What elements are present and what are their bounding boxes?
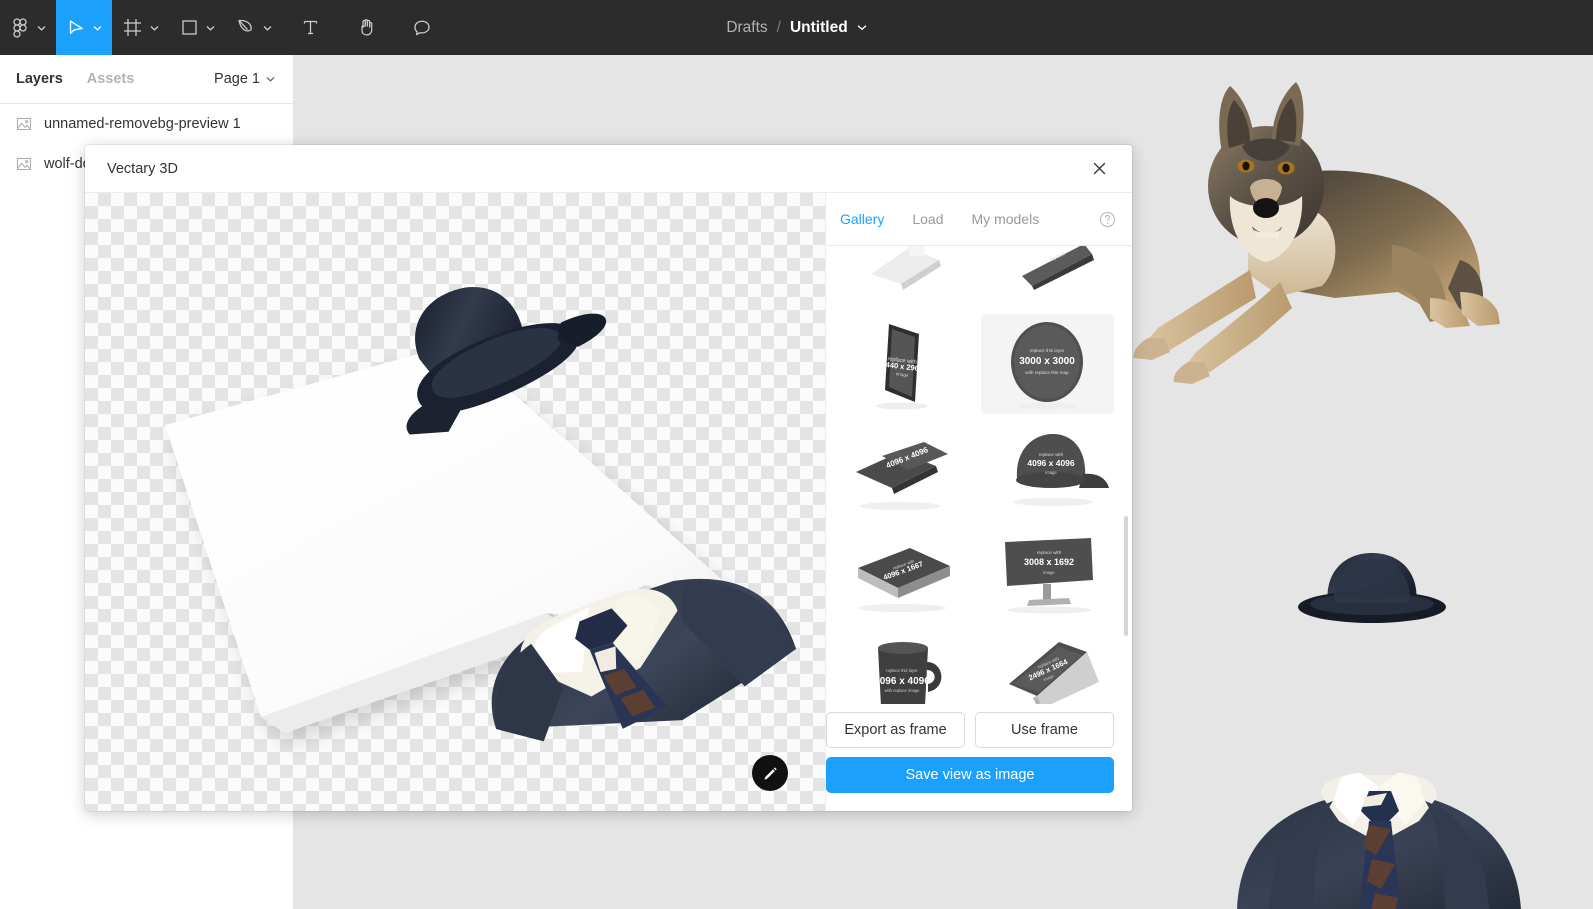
hand-icon [356,17,377,38]
gallery-item-badge[interactable]: replace this layer 3000 x 3000 with repl… [981,314,1114,414]
svg-text:replace this layer: replace this layer [1029,348,1064,353]
gallery-item-laptop-partial[interactable] [836,246,969,310]
export-as-frame-button[interactable]: Export as frame [826,712,965,748]
gallery-item-phone[interactable]: replace with 1440 x 2960 image [836,314,969,414]
svg-text:4096 x 4096: 4096 x 4096 [874,676,930,687]
chevron-down-icon [263,25,272,31]
svg-text:image: image [1045,470,1057,475]
file-menu-chevron-down-icon[interactable] [857,24,867,31]
edit-model-button[interactable] [752,755,788,791]
3d-viewport[interactable] [85,193,825,811]
save-view-as-image-button[interactable]: Save view as image [826,757,1114,793]
svg-text:3000 x 3000: 3000 x 3000 [1019,356,1075,367]
breadcrumb-project[interactable]: Drafts [726,19,767,37]
image-icon [16,156,32,172]
figma-menu-icon[interactable] [0,0,56,55]
dialog-body: Gallery Load My models replace replace w… [85,193,1132,811]
tab-load[interactable]: Load [912,211,943,227]
chevron-down-icon [93,25,102,31]
dialog-sidebar: Gallery Load My models replace replace w… [825,193,1132,811]
dialog-tabs: Gallery Load My models [826,193,1132,245]
figma-logo-icon [10,17,30,38]
svg-text:replace with: replace with [1036,550,1061,555]
gallery-item-card-stack[interactable]: replace with 4096 x 1667 [836,522,969,622]
gallery-item-cap[interactable]: replace with 4096 x 4096 image [981,418,1114,518]
image-icon [16,116,32,132]
tab-layers[interactable]: Layers [16,71,63,87]
svg-text:with replace this map: with replace this map [1025,370,1069,375]
cursor-icon [66,18,86,38]
pen-tool[interactable] [225,0,282,55]
tab-my-models[interactable]: My models [972,211,1040,227]
gallery-item-laptop[interactable]: replace with 2496 x 1664 image [981,626,1114,704]
dialog-footer: Export as frame Use frame Save view as i… [826,704,1132,811]
page-selector-label: Page 1 [214,71,260,87]
chevron-down-icon [206,25,215,31]
pencil-icon [762,765,779,782]
dialog-header: Vectary 3D [85,145,1132,193]
gallery-scrollbar[interactable] [1124,516,1128,636]
chevron-down-icon [266,76,275,82]
svg-text:3008 x 1692: 3008 x 1692 [1023,557,1073,567]
hat-image[interactable] [1282,545,1462,635]
chevron-down-icon [150,25,159,31]
svg-text:image: image [1043,570,1055,575]
help-icon[interactable] [1099,211,1116,228]
tab-assets[interactable]: Assets [87,71,135,87]
comment-tool[interactable] [394,0,450,55]
gallery-item-mug[interactable]: replace this layer 4096 x 4096 with repl… [836,626,969,704]
svg-text:replace this layer: replace this layer [886,668,918,673]
shape-tool[interactable] [169,0,225,55]
gallery-item-monitor[interactable]: replace with 3008 x 1692 image [981,522,1114,622]
dialog-title: Vectary 3D [107,160,178,177]
svg-text:with replace image: with replace image [884,688,920,693]
suit-image[interactable] [1229,725,1529,909]
sidebar-tabs: Layers Assets Page 1 [0,55,293,104]
page-selector[interactable]: Page 1 [214,71,275,87]
frame-tool[interactable] [112,0,169,55]
close-icon[interactable] [1084,154,1114,184]
svg-text:4096 x 4096: 4096 x 4096 [1027,458,1075,468]
hand-tool[interactable] [338,0,394,55]
use-frame-button[interactable]: Use frame [975,712,1114,748]
gallery-item-tablet-partial[interactable]: replace [981,246,1114,310]
list-item[interactable]: unnamed-removebg-preview 1 [0,104,293,144]
wolf-image[interactable] [1130,60,1530,410]
model-gallery[interactable]: replace replace with 1440 x 2960 image r… [826,245,1132,704]
gallery-item-business-cards[interactable]: 4096 x 4096 [836,418,969,518]
vectary-3d-dialog: Vectary 3D Gallery Load My models replac… [85,145,1132,811]
text-icon [301,18,320,37]
frame-icon [122,17,143,38]
move-tool[interactable] [56,0,112,55]
breadcrumb-file-name[interactable]: Untitled [790,19,848,37]
tab-gallery[interactable]: Gallery [840,211,884,227]
top-toolbar: Drafts / Untitled [0,0,1593,55]
svg-text:replace with: replace with [1038,452,1063,457]
breadcrumb-separator: / [776,18,781,36]
chevron-down-icon [37,25,46,31]
layer-name: unnamed-removebg-preview 1 [44,116,241,132]
text-tool[interactable] [282,0,338,55]
square-icon [180,18,199,37]
comment-icon [412,18,432,38]
pen-icon [235,17,256,38]
